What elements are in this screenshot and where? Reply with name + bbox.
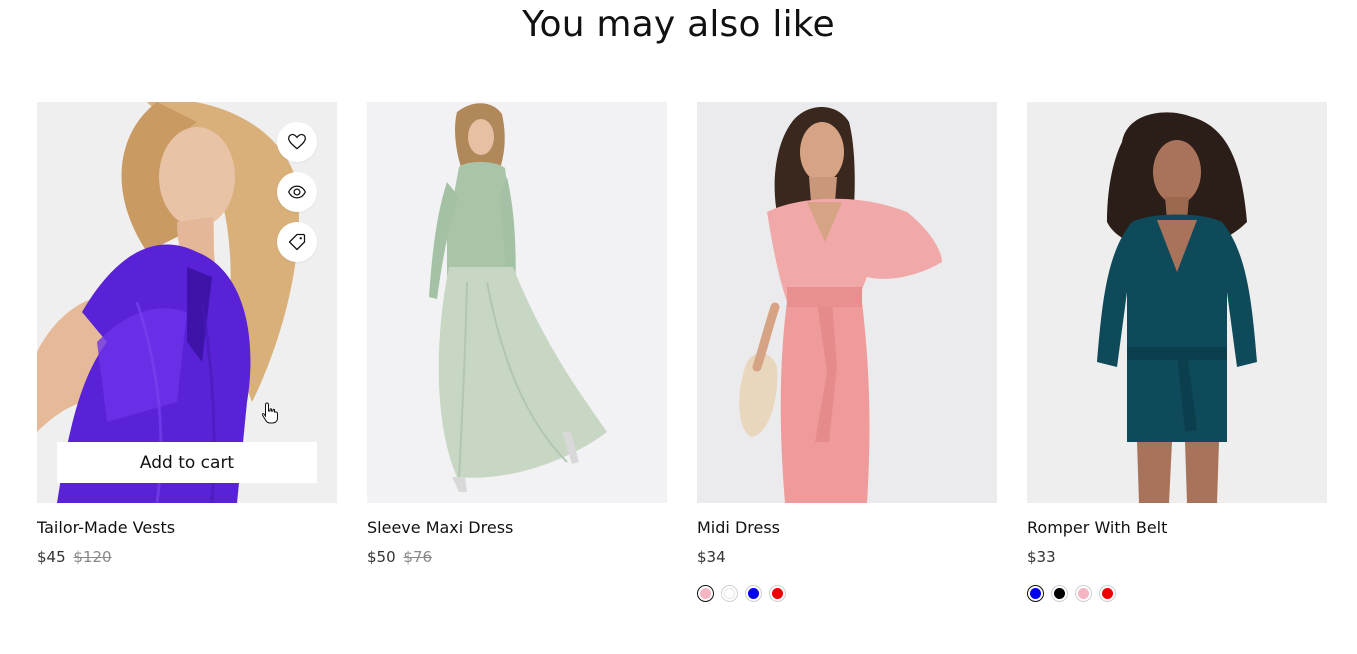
product-image[interactable]	[697, 102, 997, 503]
product-name[interactable]: Romper With Belt	[1027, 518, 1167, 537]
product-card[interactable]: Romper With Belt $33	[1027, 102, 1327, 622]
current-price: $50	[367, 548, 396, 566]
heart-icon	[288, 133, 306, 150]
swatch-color	[772, 588, 783, 599]
color-swatch[interactable]	[1099, 585, 1116, 602]
product-name[interactable]: Sleeve Maxi Dress	[367, 518, 513, 537]
product-grid: Add to cart Tailor-Made Vests $45 $120 S…	[37, 102, 1327, 622]
product-price: $33	[1027, 548, 1056, 566]
original-price: $76	[403, 548, 433, 566]
current-price: $33	[1027, 548, 1056, 566]
product-card[interactable]: Add to cart Tailor-Made Vests $45 $120	[37, 102, 337, 622]
color-swatches	[1027, 585, 1123, 603]
eye-icon	[287, 185, 307, 199]
swatch-color	[724, 588, 735, 599]
product-image[interactable]	[367, 102, 667, 503]
color-swatch[interactable]	[745, 585, 762, 602]
product-name[interactable]: Midi Dress	[697, 518, 780, 537]
color-swatch[interactable]	[697, 585, 714, 602]
product-price: $45 $120	[37, 548, 112, 566]
product-photo	[367, 102, 667, 503]
section-title: You may also like	[522, 4, 835, 45]
color-swatch[interactable]	[769, 585, 786, 602]
original-price: $120	[73, 548, 112, 566]
color-swatch[interactable]	[1075, 585, 1092, 602]
product-price: $34	[697, 548, 726, 566]
product-photo	[697, 102, 997, 503]
color-swatch[interactable]	[1027, 585, 1044, 602]
current-price: $45	[37, 548, 66, 566]
swatch-color	[700, 588, 711, 599]
add-to-cart-button[interactable]: Add to cart	[57, 442, 317, 483]
product-price: $50 $76	[367, 548, 432, 566]
compare-button[interactable]	[277, 222, 317, 262]
swatch-color	[1030, 588, 1041, 599]
product-card[interactable]: Midi Dress $34	[697, 102, 997, 622]
color-swatch[interactable]	[721, 585, 738, 602]
color-swatches	[697, 585, 793, 603]
wishlist-button[interactable]	[277, 122, 317, 162]
color-swatch[interactable]	[1051, 585, 1068, 602]
product-image[interactable]: Add to cart	[37, 102, 337, 503]
product-card[interactable]: Sleeve Maxi Dress $50 $76	[367, 102, 667, 622]
quick-actions	[277, 122, 317, 272]
product-photo	[1027, 102, 1327, 503]
product-name[interactable]: Tailor-Made Vests	[37, 518, 175, 537]
current-price: $34	[697, 548, 726, 566]
hand-cursor-icon	[261, 402, 278, 424]
swatch-color	[1078, 588, 1089, 599]
product-image[interactable]	[1027, 102, 1327, 503]
swatch-color	[1102, 588, 1113, 599]
swatch-color	[748, 588, 759, 599]
swatch-color	[1054, 588, 1065, 599]
quick-view-button[interactable]	[277, 172, 317, 212]
tag-icon	[288, 233, 306, 251]
